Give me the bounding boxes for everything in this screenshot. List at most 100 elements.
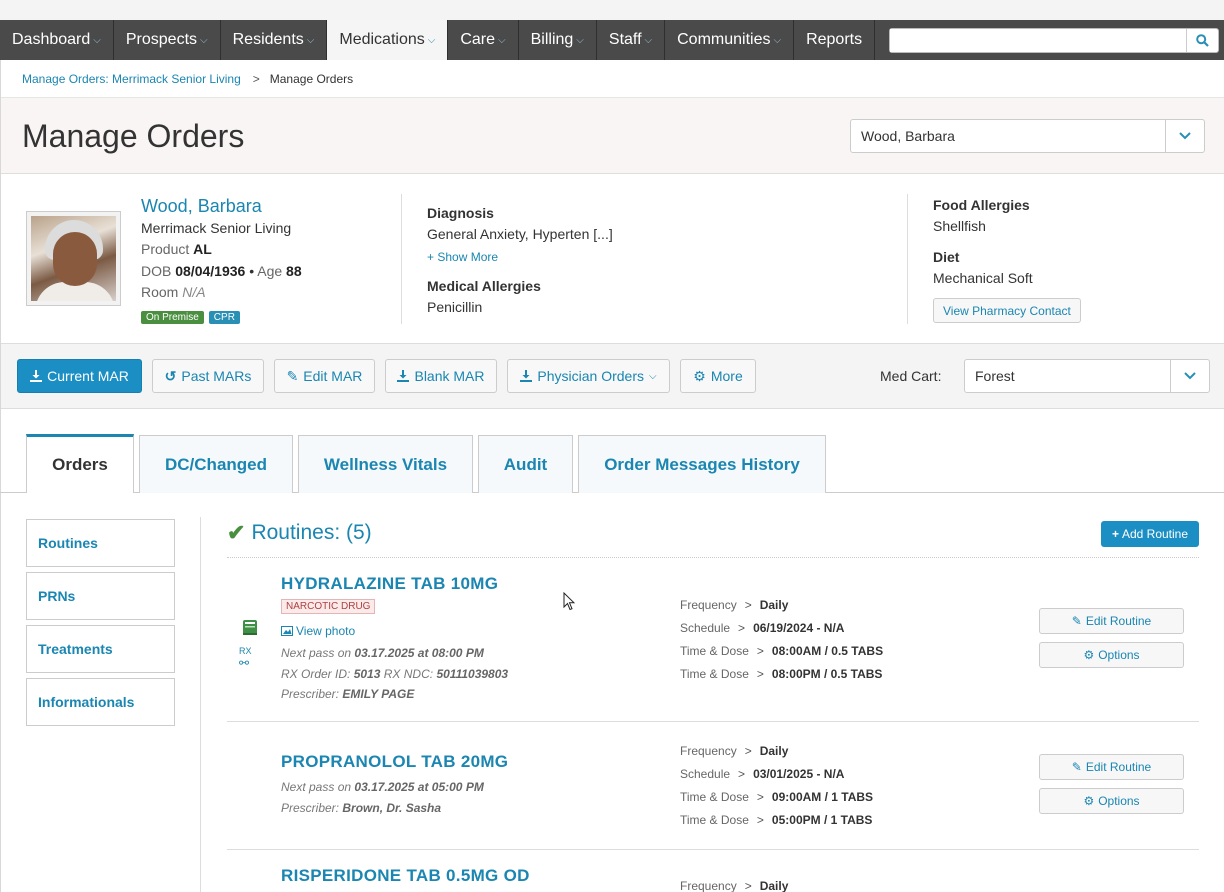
past-mars-label: Past MARs [181, 368, 252, 384]
pencil-icon: ✎ [1071, 760, 1082, 774]
rx-order-info: RX Order ID: 5013 RX NDC: 50111039803 [281, 667, 509, 681]
time-dose-row: Time & Dose >09:00AM / 1 TABS [680, 790, 874, 804]
nav-staff[interactable]: Staff ⌵ [597, 20, 666, 60]
chevron-down-icon: ⌵ [93, 34, 101, 46]
breadcrumb-parent-link[interactable]: Manage Orders: Merrimack Senior Living [22, 72, 241, 86]
nav-label: Prospects [125, 31, 198, 48]
medical-allergies-value: Penicillin [427, 299, 483, 315]
show-more-link[interactable]: + Show More [427, 250, 498, 264]
mouse-cursor-icon [563, 592, 575, 611]
edit-routine-button[interactable]: ✎ Edit Routine [1039, 608, 1184, 634]
pencil-icon: ✎ [1071, 614, 1082, 628]
add-routine-button[interactable]: + Add Routine [1101, 521, 1199, 547]
medical-allergies-label: Medical Allergies [427, 278, 541, 294]
chevron-down-icon[interactable] [1165, 120, 1204, 152]
options-button[interactable]: ⚙ Options [1039, 788, 1184, 814]
view-pharmacy-contact-button[interactable]: View Pharmacy Contact [933, 298, 1081, 323]
tabs-row: Orders DC/Changed Wellness Vitals Audit … [0, 434, 1224, 493]
routine-name-link[interactable]: PROPRANOLOL TAB 20MG [281, 752, 508, 772]
subnav-prns[interactable]: PRNs [26, 572, 175, 620]
divider [401, 194, 402, 324]
resident-name-link[interactable]: Wood, Barbara [141, 196, 262, 217]
nav-label: Staff [608, 31, 642, 48]
med-cart-select[interactable]: Forest [964, 359, 1210, 393]
nav-label: Medications [339, 31, 425, 48]
diagnosis-label: Diagnosis [427, 205, 494, 221]
routines-heading-label: Routines: (5) [251, 521, 372, 544]
nav-label: Communities [677, 31, 771, 48]
resident-dob-age: DOB 08/04/1936 • Age 88 [141, 263, 302, 279]
resident-select[interactable]: Wood, Barbara [850, 119, 1205, 153]
rx-link-icon[interactable]: RX ⚯ [239, 646, 252, 670]
view-photo-link[interactable]: View photo [281, 624, 355, 638]
chevron-down-icon: ⌵ [427, 34, 436, 46]
plus-icon: + [1111, 527, 1119, 541]
show-more-label: Show More [437, 250, 499, 264]
tab-wellness-vitals[interactable]: Wellness Vitals [298, 435, 473, 493]
image-icon [281, 626, 293, 636]
tab-orders[interactable]: Orders [26, 434, 134, 493]
physician-orders-label: Physician Orders [537, 368, 644, 384]
gear-icon: ⚙ [693, 367, 706, 384]
subnav-informationals[interactable]: Informationals [26, 678, 175, 726]
nav-billing[interactable]: Billing ⌵ [519, 20, 597, 60]
resident-community: Merrimack Senior Living [141, 220, 292, 236]
current-mar-button[interactable]: Current MAR [17, 359, 142, 393]
nav-reports[interactable]: Reports [794, 20, 876, 60]
resident-select-value: Wood, Barbara [861, 128, 955, 144]
nav-medications[interactable]: Medications ⌵ [327, 20, 449, 60]
page-title: Manage Orders [22, 118, 245, 154]
chevron-down-icon: ⌵ [644, 34, 653, 46]
next-pass: Next pass on 03.17.2025 at 08:00 PM [281, 646, 484, 660]
time-dose-row: Time & Dose >05:00PM / 1 TABS [680, 813, 873, 827]
nav-label: Billing [530, 31, 574, 48]
chevron-down-icon: ⌵ [773, 34, 782, 46]
blank-mar-label: Blank MAR [414, 368, 485, 384]
nav-communities[interactable]: Communities ⌵ [665, 20, 795, 60]
resident-photo [26, 211, 121, 306]
food-allergies-label: Food Allergies [933, 197, 1030, 213]
routine-name-link[interactable]: RISPERIDONE TAB 0.5MG OD [281, 866, 530, 886]
breadcrumb-current: Manage Orders [269, 71, 354, 86]
divider [907, 194, 908, 324]
prescriber: Prescriber: Brown, Dr. Sasha [281, 801, 442, 815]
chevron-down-icon: ⌵ [498, 34, 506, 46]
subnav-routines[interactable]: Routines [26, 519, 175, 567]
diagnosis-value: General Anxiety, Hyperten [...] [427, 226, 613, 242]
history-icon: ↺ [164, 367, 177, 384]
more-button[interactable]: ⚙ More [680, 359, 756, 393]
prescriber: Prescriber: EMILY PAGE [281, 687, 415, 701]
search-input[interactable] [890, 29, 1186, 52]
frequency-row: Frequency > Daily [680, 598, 789, 612]
routine-name-link[interactable]: HYDRALAZINE TAB 10MG [281, 574, 498, 594]
edit-routine-button[interactable]: ✎ Edit Routine [1039, 754, 1184, 780]
nav-residents[interactable]: Residents ⌵ [221, 20, 328, 60]
med-cart-label: Med Cart: [880, 368, 942, 384]
subnav-treatments[interactable]: Treatments [26, 625, 175, 673]
past-mars-button[interactable]: ↺ Past MARs [152, 359, 264, 393]
resident-room: Room N/A [141, 284, 206, 300]
edit-routine-label: Edit Routine [1085, 760, 1152, 774]
search-button[interactable] [1186, 29, 1218, 52]
action-bar: Current MAR ↺ Past MARs ✎ Edit MAR Blank… [1, 344, 1224, 409]
nav-label: Care [460, 31, 496, 48]
chevron-down-icon[interactable] [1170, 360, 1209, 392]
divider [200, 517, 201, 892]
blank-mar-button[interactable]: Blank MAR [385, 359, 497, 393]
resident-product: Product AL [141, 241, 212, 257]
routines-heading: ✔ Routines: (5) [227, 520, 372, 546]
physician-orders-button[interactable]: Physician Orders ⌵ [507, 359, 670, 393]
edit-mar-button[interactable]: ✎ Edit MAR [274, 359, 375, 393]
nav-prospects[interactable]: Prospects ⌵ [114, 20, 221, 60]
options-button[interactable]: ⚙ Options [1039, 642, 1184, 668]
tab-audit[interactable]: Audit [478, 435, 573, 493]
options-label: Options [1098, 648, 1140, 662]
schedule-row: Schedule >03/01/2025 - N/A [680, 767, 845, 781]
book-icon[interactable] [240, 618, 260, 638]
nav-care[interactable]: Care ⌵ [448, 20, 519, 60]
nav-dashboard[interactable]: Dashboard ⌵ [0, 20, 114, 60]
download-icon [520, 370, 533, 382]
tab-order-messages-history[interactable]: Order Messages History [578, 435, 826, 493]
frequency-row: Frequency > Daily [680, 879, 789, 892]
tab-dc-changed[interactable]: DC/Changed [139, 435, 293, 493]
